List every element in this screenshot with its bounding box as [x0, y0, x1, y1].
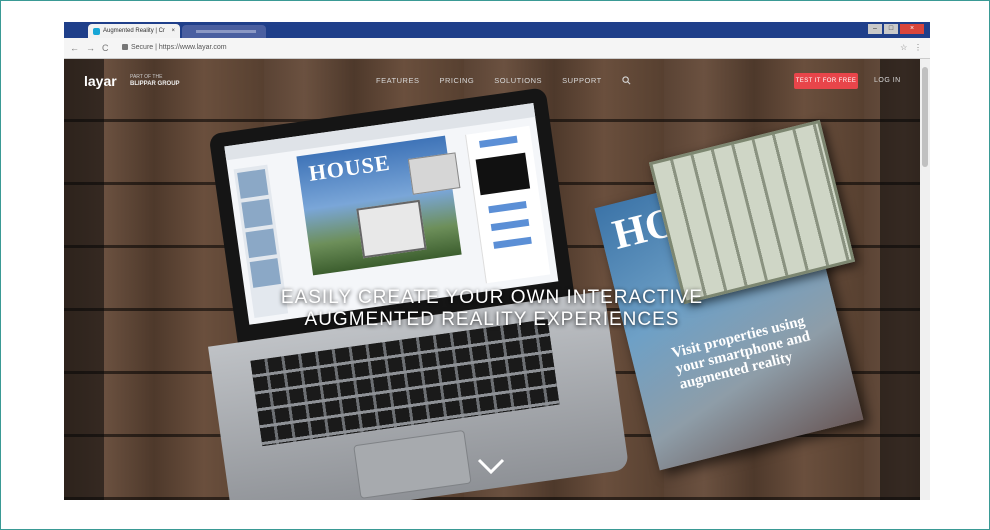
search-icon[interactable]: [622, 76, 631, 86]
back-button[interactable]: ←: [70, 41, 79, 55]
menu-icon[interactable]: ⋮: [914, 43, 922, 52]
tab-title: Augmented Reality | Cre: [103, 28, 165, 34]
tab-strip: Augmented Reality | Cre × – □ ×: [64, 22, 930, 38]
hero-heading: EASILY CREATE YOUR OWN INTERACTIVE AUGME…: [64, 287, 920, 331]
toolbar-right: ☆ ⋮: [900, 41, 922, 55]
screen-building: [356, 199, 427, 259]
window-controls: – □ ×: [868, 24, 924, 35]
screen-panel-button: [490, 218, 530, 232]
nav-pricing[interactable]: PRICING: [439, 76, 474, 86]
site-header: layar PART OF THE BLIPPAR GROUP FEATURES…: [64, 59, 920, 105]
layar-logo[interactable]: layar: [84, 73, 117, 89]
logo-tagline-top: PART OF THE: [130, 74, 163, 80]
screen-panel-button: [493, 236, 532, 249]
browser-window: Augmented Reality | Cre × – □ × ← → C Se…: [64, 22, 930, 500]
tab-inactive[interactable]: [182, 25, 266, 38]
login-link[interactable]: LOG IN: [874, 77, 901, 84]
nav-support[interactable]: SUPPORT: [562, 76, 602, 86]
address-text: Secure | https://www.layar.com: [131, 44, 227, 51]
screen-panel-button: [479, 135, 518, 148]
screen-panel-preview: [475, 152, 531, 196]
chevron-down-icon[interactable]: [476, 454, 506, 478]
screen-3d-cube: [407, 152, 461, 195]
page-scrollbar[interactable]: [920, 59, 930, 500]
main-menu: FEATURES PRICING SOLUTIONS SUPPORT: [376, 76, 631, 86]
forward-button[interactable]: →: [86, 41, 95, 55]
screen-house-word: HOUSE: [307, 149, 392, 186]
star-icon[interactable]: ☆: [900, 43, 907, 52]
browser-toolbar: ← → C Secure | https://www.layar.com ☆ ⋮: [64, 38, 930, 59]
logo-tagline: PART OF THE BLIPPAR GROUP: [130, 74, 180, 88]
lock-icon: [122, 44, 128, 51]
screen-properties-panel: [465, 125, 551, 284]
scrollbar-thumb[interactable]: [922, 67, 928, 167]
reload-button[interactable]: C: [102, 41, 109, 55]
nav-solutions[interactable]: SOLUTIONS: [494, 76, 542, 86]
tab-active[interactable]: Augmented Reality | Cre ×: [88, 24, 180, 38]
logo-tagline-bottom: BLIPPAR GROUP: [130, 81, 180, 87]
minimize-button[interactable]: –: [868, 24, 882, 34]
address-bar[interactable]: Secure | https://www.layar.com: [122, 41, 882, 55]
tab-close-icon[interactable]: ×: [171, 24, 175, 38]
page-side-shade-right: [880, 59, 920, 500]
hero-line-1: EASILY CREATE YOUR OWN INTERACTIVE: [280, 287, 704, 308]
close-window-button[interactable]: ×: [900, 24, 924, 34]
maximize-button[interactable]: □: [884, 24, 898, 34]
nav-features[interactable]: FEATURES: [376, 76, 419, 86]
tab-inactive-title: [196, 30, 256, 33]
laptop-keyboard: [250, 319, 560, 447]
hero-line-2: AUGMENTED REALITY EXPERIENCES: [304, 309, 680, 330]
signup-button[interactable]: TEST IT FOR FREE: [794, 73, 858, 89]
web-page: HOUSE HO Visit properties using your sma…: [64, 59, 920, 500]
screen-panel-button: [488, 201, 527, 214]
laptop-trackpad: [353, 429, 472, 499]
favicon-icon: [93, 28, 100, 35]
page-side-shade-left: [64, 59, 104, 500]
